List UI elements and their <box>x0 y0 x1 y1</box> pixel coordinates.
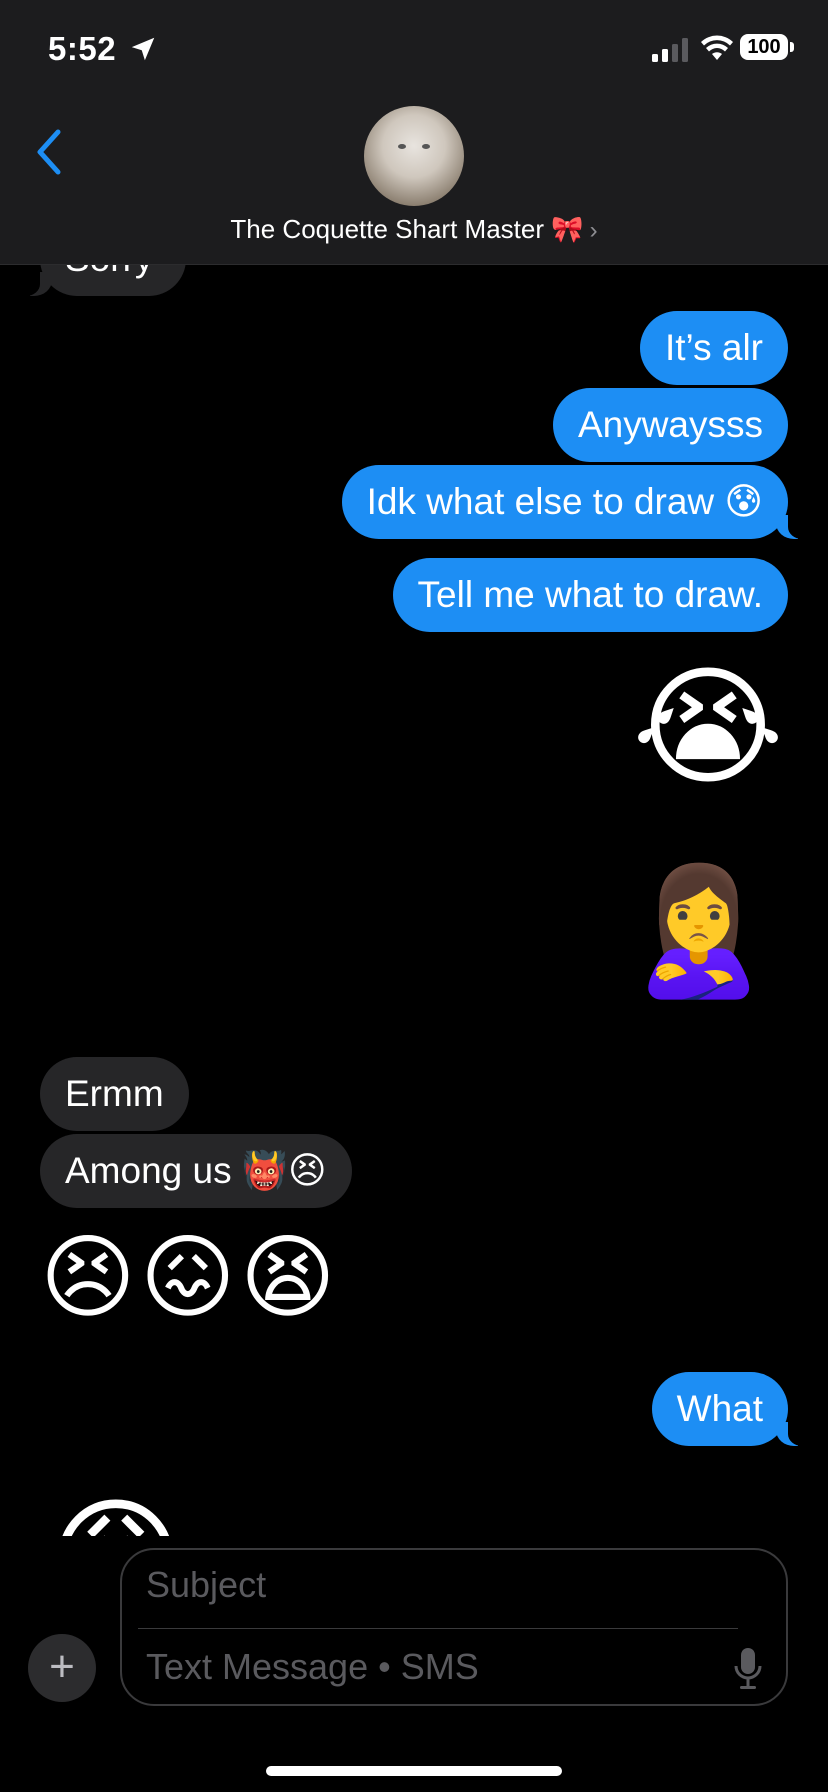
message-bubble-outgoing[interactable]: What <box>651 1372 811 1446</box>
emoji-message-outgoing[interactable]: 😭 <box>632 662 784 792</box>
contact-avatar[interactable] <box>364 106 464 206</box>
signal-icon <box>652 38 688 62</box>
plus-button[interactable]: + <box>28 1634 96 1702</box>
chevron-right-icon: › <box>589 217 598 244</box>
conversation-header: 5:52 100 The Coquette Shart Master 🎀 › <box>0 0 828 265</box>
contact-name: The Coquette Shart Master 🎀 <box>230 214 584 244</box>
message-bubble-outgoing[interactable]: Idk what else to draw 😰 <box>341 465 811 539</box>
message-input-box[interactable]: Subject Text Message • SMS <box>120 1548 788 1706</box>
text-message-field[interactable]: Text Message • SMS <box>146 1646 479 1688</box>
contact-name-row[interactable]: The Coquette Shart Master 🎀 › <box>0 214 828 245</box>
input-divider <box>138 1628 738 1629</box>
message-bubble-outgoing[interactable]: It’s alr <box>639 311 788 385</box>
battery-icon: 100 <box>740 34 794 62</box>
status-time: 5:52 <box>48 30 117 67</box>
battery-level: 100 <box>740 34 788 60</box>
emoji-message-outgoing[interactable]: 🙎‍♀️ <box>622 870 776 994</box>
wifi-icon <box>701 35 733 60</box>
message-bubble-outgoing[interactable]: Tell me what to draw. <box>392 558 788 632</box>
message-bubble-incoming[interactable]: Ermm <box>40 1057 189 1131</box>
home-indicator[interactable] <box>266 1766 562 1776</box>
back-chevron-icon[interactable] <box>32 128 64 176</box>
emoji-message-incoming[interactable]: 😣😖😫 <box>40 1232 340 1324</box>
subject-field[interactable]: Subject <box>146 1564 266 1606</box>
message-bubble-incoming[interactable]: Among us 👹😣 <box>40 1134 352 1208</box>
location-arrow-icon <box>131 37 155 61</box>
message-bubble-outgoing[interactable]: Anywaysss <box>552 388 788 462</box>
mic-icon[interactable] <box>732 1644 764 1694</box>
